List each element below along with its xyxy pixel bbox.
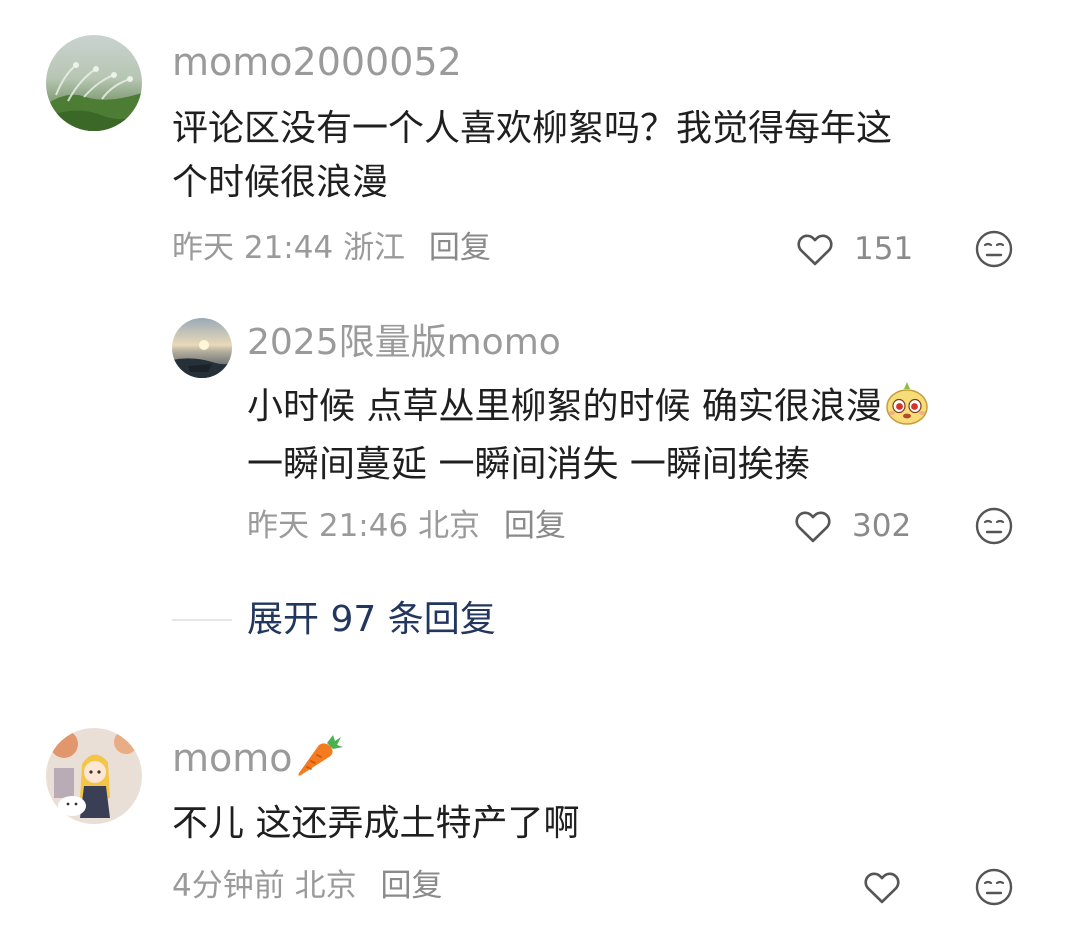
expand-replies-button[interactable]: 展开 97 条回复 bbox=[247, 598, 496, 642]
comment-text: 不儿 这还弄成土特产了啊 bbox=[172, 797, 579, 851]
avatar[interactable] bbox=[46, 35, 142, 131]
grass-photo bbox=[46, 35, 142, 131]
heart-icon bbox=[797, 234, 833, 266]
comment-location: 北京 bbox=[294, 868, 357, 904]
heart-icon bbox=[864, 872, 900, 904]
comment-text-line: 不儿 这还弄成土特产了啊 bbox=[172, 803, 580, 844]
comment-username[interactable]: momo2000052 bbox=[172, 40, 462, 84]
reply-button[interactable]: 回复 bbox=[429, 230, 491, 266]
reply-text-line: 一瞬间蔓延 一瞬间消失 一瞬间挨揍 bbox=[247, 444, 810, 485]
comment-text: 评论区没有一个人喜欢柳絮吗？我觉得每年这 个时候很浪漫 bbox=[172, 102, 892, 210]
comment-meta: 昨天 21:44 浙江 回复 bbox=[172, 228, 491, 268]
comment-text-line: 个时候很浪漫 bbox=[172, 162, 389, 203]
comment-time: 昨天 21:44 bbox=[172, 230, 334, 266]
like-count: 151 bbox=[854, 231, 914, 267]
comment-time: 4分钟前 bbox=[172, 868, 285, 904]
reply-avatar[interactable] bbox=[172, 318, 232, 378]
reply-button[interactable]: 回复 bbox=[380, 868, 442, 904]
meh-face-icon bbox=[975, 868, 1013, 906]
dislike-button[interactable] bbox=[974, 506, 1014, 546]
reply-button[interactable]: 回复 bbox=[504, 508, 566, 544]
meh-face-icon bbox=[975, 507, 1013, 545]
carrot-icon bbox=[293, 733, 343, 777]
reply-location: 北京 bbox=[418, 508, 481, 544]
comment-meta: 4分钟前 北京 回复 bbox=[172, 866, 442, 906]
avatar[interactable] bbox=[46, 728, 142, 824]
comment-username[interactable]: momo bbox=[172, 733, 343, 780]
like-button[interactable] bbox=[792, 505, 834, 547]
reply-username[interactable]: 2025限量版momo bbox=[247, 321, 561, 365]
like-button[interactable] bbox=[794, 228, 836, 270]
comment-location: 浙江 bbox=[343, 230, 406, 266]
reply-meta: 昨天 21:46 北京 回复 bbox=[247, 506, 566, 546]
comment-text-line: 评论区没有一个人喜欢柳絮吗？我觉得每年这 bbox=[172, 108, 893, 149]
like-count: 302 bbox=[852, 508, 912, 544]
reply-text: 小时候 点草丛里柳絮的时候 确实很浪漫 一瞬间蔓延 一瞬间消失 一瞬间挨揍 bbox=[247, 380, 930, 492]
anime-girl-illustration bbox=[46, 728, 142, 824]
heart-icon bbox=[795, 511, 831, 543]
sunset-lake-photo bbox=[172, 318, 232, 378]
reply-time: 昨天 21:46 bbox=[247, 508, 409, 544]
reply-text-line: 小时候 点草丛里柳絮的时候 确实很浪漫 bbox=[247, 380, 930, 434]
cute-face-sticker-icon bbox=[884, 380, 930, 426]
meh-face-icon bbox=[975, 230, 1013, 268]
like-button[interactable] bbox=[861, 866, 903, 908]
dislike-button[interactable] bbox=[974, 229, 1014, 269]
expand-divider bbox=[172, 619, 232, 621]
dislike-button[interactable] bbox=[974, 867, 1014, 907]
